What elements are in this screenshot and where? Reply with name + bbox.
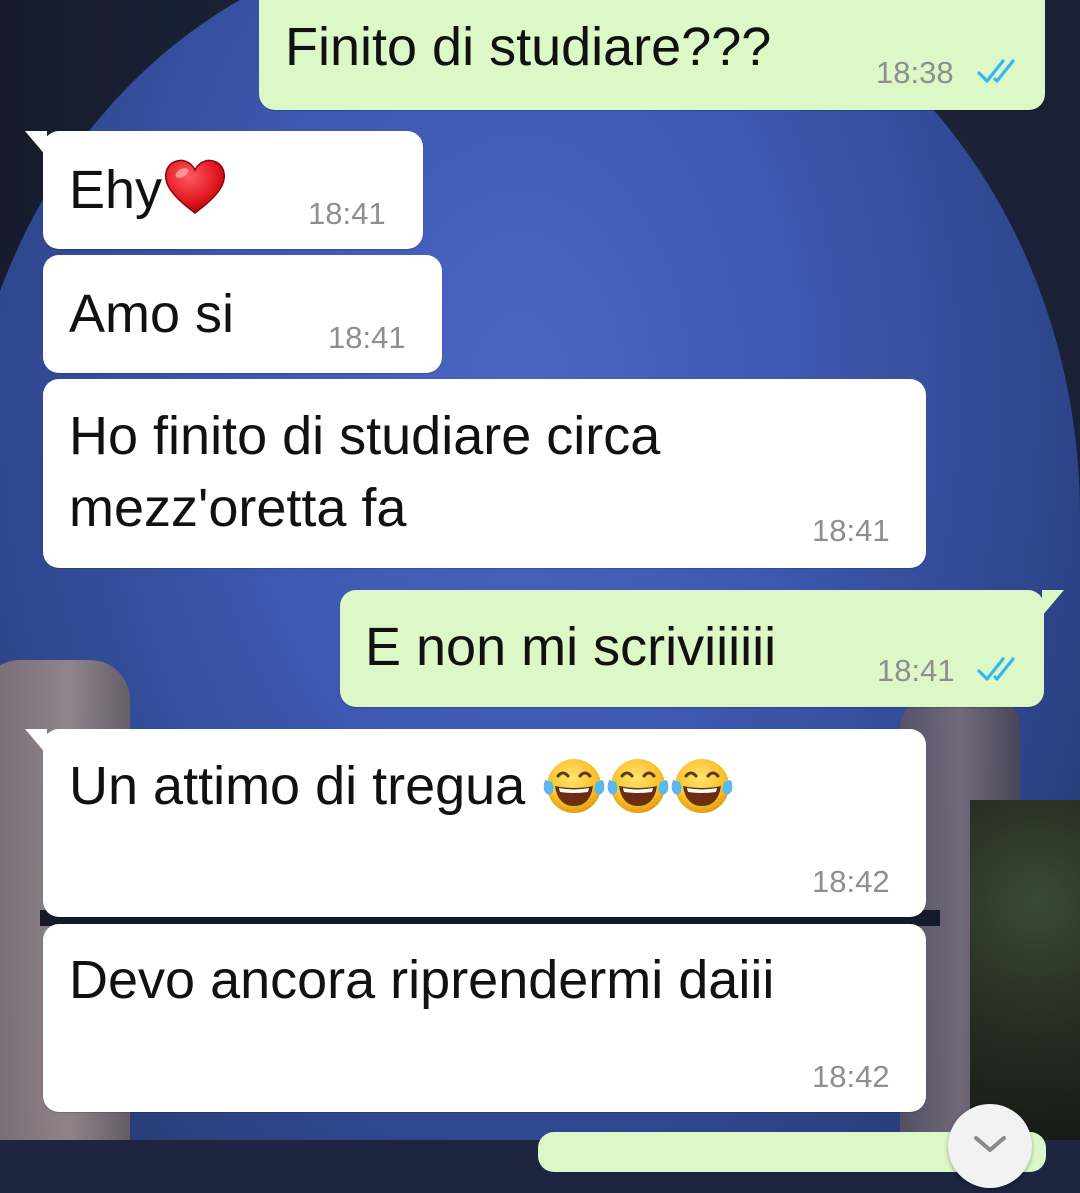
message-bubble-incoming[interactable]: Ho finito di studiare circa mezz'oretta … bbox=[43, 379, 926, 568]
message-bubble-incoming[interactable]: Amo si 18:41 bbox=[43, 255, 442, 373]
red-heart-icon bbox=[165, 159, 226, 214]
message-text: Devo ancora riprendermi daiii bbox=[69, 950, 775, 1010]
wallpaper-foliage bbox=[970, 800, 1080, 1140]
double-check-icon bbox=[977, 657, 1015, 681]
message-text: Amo si bbox=[69, 284, 235, 344]
message-bubble-outgoing[interactable]: E non mi scriviiiiii 18:41 bbox=[340, 590, 1064, 707]
message-text: E non mi scriviiiiii bbox=[365, 617, 777, 677]
message-bubble-incoming[interactable]: Un attimo di tregua 18:42 bbox=[25, 729, 926, 917]
tears-of-joy-emoji-icon bbox=[671, 759, 733, 813]
message-text: Un attimo di tregua bbox=[69, 750, 733, 822]
bubble-tail bbox=[25, 729, 47, 755]
tears-of-joy-emoji-icon bbox=[607, 759, 669, 813]
message-time: 18:41 bbox=[812, 513, 890, 548]
message-time: 18:41 bbox=[308, 196, 386, 231]
message-time: 18:38 bbox=[876, 55, 954, 90]
message-time: 18:41 bbox=[877, 653, 955, 688]
message-bubble-incoming[interactable]: Devo ancora riprendermi daiii 18:42 bbox=[43, 924, 926, 1112]
message-text-content: Ehy bbox=[69, 160, 163, 220]
message-time: 18:42 bbox=[812, 864, 890, 899]
message-text: Finito di studiare??? bbox=[285, 17, 772, 77]
bubble-tail bbox=[25, 131, 47, 157]
chevron-down-icon bbox=[974, 1136, 1006, 1152]
message-bubble-outgoing[interactable]: Finito di studiare??? 18:38 bbox=[259, 0, 1045, 110]
message-text: Ho finito di studiare circa mezz'oretta … bbox=[69, 406, 661, 538]
message-text-content: Un attimo di tregua bbox=[69, 756, 541, 816]
tears-of-joy-emoji-icon bbox=[543, 759, 605, 813]
scroll-to-bottom-button[interactable] bbox=[948, 1104, 1032, 1188]
message-bubble-incoming[interactable]: Ehy 18:41 bbox=[25, 131, 423, 249]
message-time: 18:41 bbox=[328, 320, 406, 355]
double-check-icon bbox=[977, 59, 1015, 83]
message-time: 18:42 bbox=[812, 1059, 890, 1094]
message-text: Ehy bbox=[69, 154, 228, 226]
bubble-tail bbox=[1042, 590, 1064, 616]
